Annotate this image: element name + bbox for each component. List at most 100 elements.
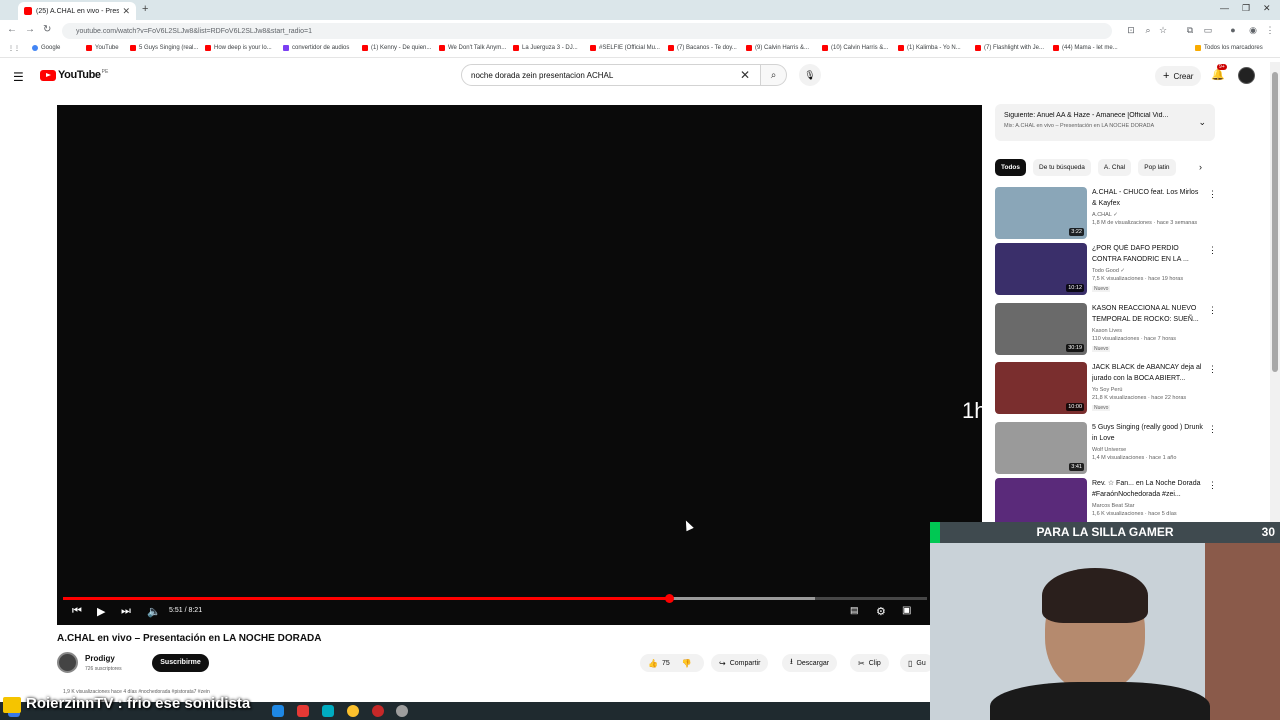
share-button[interactable]: ↪ Compartir (711, 654, 769, 672)
more-options-icon[interactable]: ⋮ (1208, 189, 1217, 200)
restore-icon[interactable]: ❐ (1242, 3, 1250, 14)
more-options-icon[interactable]: ⋮ (1208, 364, 1217, 375)
search-input[interactable]: noche dorada zein presentacion ACHAL (461, 64, 761, 86)
all-bookmarks[interactable]: Todos los marcadores (1195, 45, 1263, 51)
video-thumbnail[interactable]: 30:19 (995, 303, 1087, 355)
more-options-icon[interactable]: ⋮ (1208, 424, 1217, 435)
bookmark-item[interactable]: (9) Calvin Harris &... (746, 45, 809, 51)
search-button[interactable]: ⌕ (761, 64, 787, 86)
previous-icon[interactable]: ⏮ (72, 605, 82, 618)
bookmark-item[interactable]: 5 Guys Singing (real... (130, 45, 198, 51)
star-icon[interactable]: ☆ (1158, 25, 1168, 35)
rec-channel[interactable]: Todo Good ✓ (1092, 268, 1125, 274)
recommended-video[interactable]: 10:12 ¿POR QUÉ DAFO PERDIO CONTRA FANODRI… (995, 243, 1220, 295)
bookmark-item[interactable]: (1) Kenny - De quien... (362, 45, 431, 51)
bookmark-item[interactable]: (44) Mama - let me... (1053, 45, 1118, 51)
video-thumbnail[interactable]: 10:12 (995, 243, 1087, 295)
voice-search-button[interactable]: 🎙 (799, 64, 821, 86)
thumbs-up-icon[interactable]: 👍 (648, 659, 658, 668)
play-icon[interactable]: ▶ (97, 605, 105, 618)
more-options-icon[interactable]: ⋮ (1208, 245, 1217, 256)
video-thumbnail[interactable]: 3:22 (995, 187, 1087, 239)
video-thumbnail[interactable]: 3:41 (995, 422, 1087, 474)
browser-menu-icon[interactable]: ⋮ (1265, 25, 1275, 35)
apps-icon[interactable]: ⋮⋮ (8, 45, 20, 52)
extensions-icon[interactable]: ⧉ (1185, 25, 1195, 35)
chrome-taskbar-icon[interactable] (347, 705, 359, 717)
volume-icon[interactable]: 🔈 (147, 605, 161, 618)
recommended-video[interactable]: 10:00 JACK BLACK de ABANCAY deja al jurad… (995, 362, 1220, 414)
video-thumbnail[interactable]: 10:00 (995, 362, 1087, 414)
bookmark-item[interactable]: #SELFIE (Official Mu... (590, 45, 660, 51)
like-dislike-button[interactable]: 👍 75 👎 (640, 654, 704, 672)
recommended-video[interactable]: 30:19 KASON REACCIONA AL NUEVO TEMPORAL D… (995, 303, 1220, 355)
close-tab-icon[interactable]: ✕ (122, 6, 130, 17)
recommended-video[interactable]: 3:41 5 Guys Singing (really good ) Drunk … (995, 422, 1220, 474)
bookmark-item[interactable]: (10) Calvin Harris &... (822, 45, 888, 51)
next-icon[interactable]: ⏭ (121, 605, 131, 618)
taskbar-app-icon[interactable] (322, 705, 334, 717)
bookmark-item[interactable]: YouTube (86, 45, 119, 51)
chrome-icon[interactable]: ◉ (1248, 25, 1258, 35)
bookmark-item[interactable]: (7) Flashlight with Je... (975, 45, 1044, 51)
channel-avatar[interactable] (57, 652, 78, 673)
scrollbar-thumb[interactable] (1272, 72, 1278, 372)
more-options-icon[interactable]: ⋮ (1208, 305, 1217, 316)
minimize-icon[interactable]: — (1220, 3, 1229, 13)
back-icon[interactable]: ← (7, 24, 17, 35)
bookmark-item[interactable]: (1) Kalimba - Yo N... (898, 45, 961, 51)
subscribe-button[interactable]: Suscribirme (152, 654, 209, 672)
clip-button[interactable]: ✂ Clip (850, 654, 889, 672)
miniplayer-icon[interactable]: ▣ (902, 605, 911, 616)
notifications-button[interactable]: 🔔 9+ (1211, 64, 1227, 81)
download-button[interactable]: ⭳ Descargar (782, 654, 838, 672)
rec-title[interactable]: 5 Guys Singing (really good ) Drunk in L… (1092, 423, 1204, 444)
browser-tab-active[interactable]: (25) A.CHAL en vivo - Presenta... ✕ (18, 2, 136, 20)
hamburger-menu-icon[interactable]: ☰ (13, 70, 24, 84)
create-button[interactable]: + Crear (1155, 66, 1202, 86)
progress-bar[interactable] (63, 594, 927, 603)
rec-channel[interactable]: Yo Soy Perú (1092, 387, 1122, 393)
taskbar-app-icon[interactable] (396, 705, 408, 717)
chip-from-search[interactable]: De tu búsqueda (1033, 159, 1091, 176)
taskbar-app-icon[interactable] (297, 705, 309, 717)
chevron-down-icon[interactable]: ⌄ (1198, 117, 1206, 128)
downloads-icon[interactable]: ▭ (1203, 25, 1213, 35)
rec-title[interactable]: Rev. ☆ Fan... en La Noche Dorada #Faraón… (1092, 479, 1204, 500)
rec-title[interactable]: A.CHAL - CHUCO feat. Los Mirlos & Kayfex (1092, 188, 1204, 209)
rec-channel[interactable]: Kason Lives (1092, 328, 1122, 334)
taskbar-app-icon[interactable] (372, 705, 384, 717)
install-icon[interactable]: ⊡ (1126, 25, 1136, 35)
bookmark-item[interactable]: (7) Bacanos - Te doy... (668, 45, 737, 51)
rec-title[interactable]: ¿POR QUÉ DAFO PERDIO CONTRA FANODRIC EN … (1092, 244, 1204, 265)
window-close-icon[interactable]: ✕ (1263, 3, 1271, 14)
bookmark-item[interactable]: We Don't Talk Anym... (439, 45, 506, 51)
rec-title[interactable]: KASON REACCIONA AL NUEVO TEMPORAL DE ROC… (1092, 304, 1204, 325)
subtitles-icon[interactable]: ▤ (850, 605, 859, 616)
youtube-logo[interactable]: YouTube PE (40, 69, 108, 81)
thumbs-down-icon[interactable]: 👎 (682, 659, 692, 668)
address-bar[interactable]: youtube.com/watch?v=FoV6L2SLJw8&list=RDF… (62, 23, 1112, 39)
bookmark-item[interactable]: Google (32, 45, 60, 51)
bookmark-item[interactable]: How deep is your lo... (205, 45, 272, 51)
clear-search-icon[interactable]: ✕ (740, 68, 750, 82)
rec-channel[interactable]: A.CHAL ✓ (1092, 212, 1118, 218)
chip-all[interactable]: Todos (995, 159, 1027, 176)
video-player[interactable]: ⏮ ▶ ⏭ 🔈 5:51 / 8:21 ▤ ⚙ ▣ (57, 105, 982, 625)
bookmark-item[interactable]: convertidor de audios (283, 45, 349, 51)
chip-pop-latin[interactable]: Pop latin (1138, 159, 1176, 176)
rec-channel[interactable]: Marcos Beat Star (1092, 503, 1135, 509)
reload-icon[interactable]: ↻ (43, 24, 51, 35)
rec-channel[interactable]: Wolf Universe (1092, 447, 1126, 453)
channel-name[interactable]: Prodigy (85, 654, 115, 663)
save-button[interactable]: ▯ Gu (900, 654, 934, 672)
recommended-video[interactable]: 3:22 A.CHAL - CHUCO feat. Los Mirlos & Ka… (995, 187, 1220, 239)
settings-gear-icon[interactable]: ⚙ (876, 605, 886, 618)
taskbar-app-icon[interactable] (272, 705, 284, 717)
bookmark-item[interactable]: La Juerguza 3 - DJ... (513, 45, 578, 51)
chevron-right-icon[interactable]: › (1199, 162, 1202, 172)
profile-icon[interactable]: ● (1228, 25, 1238, 35)
rec-title[interactable]: JACK BLACK de ABANCAY deja al jurado con… (1092, 363, 1204, 384)
forward-icon[interactable]: → (25, 24, 35, 35)
chip-achal[interactable]: A. Chal (1097, 159, 1132, 176)
